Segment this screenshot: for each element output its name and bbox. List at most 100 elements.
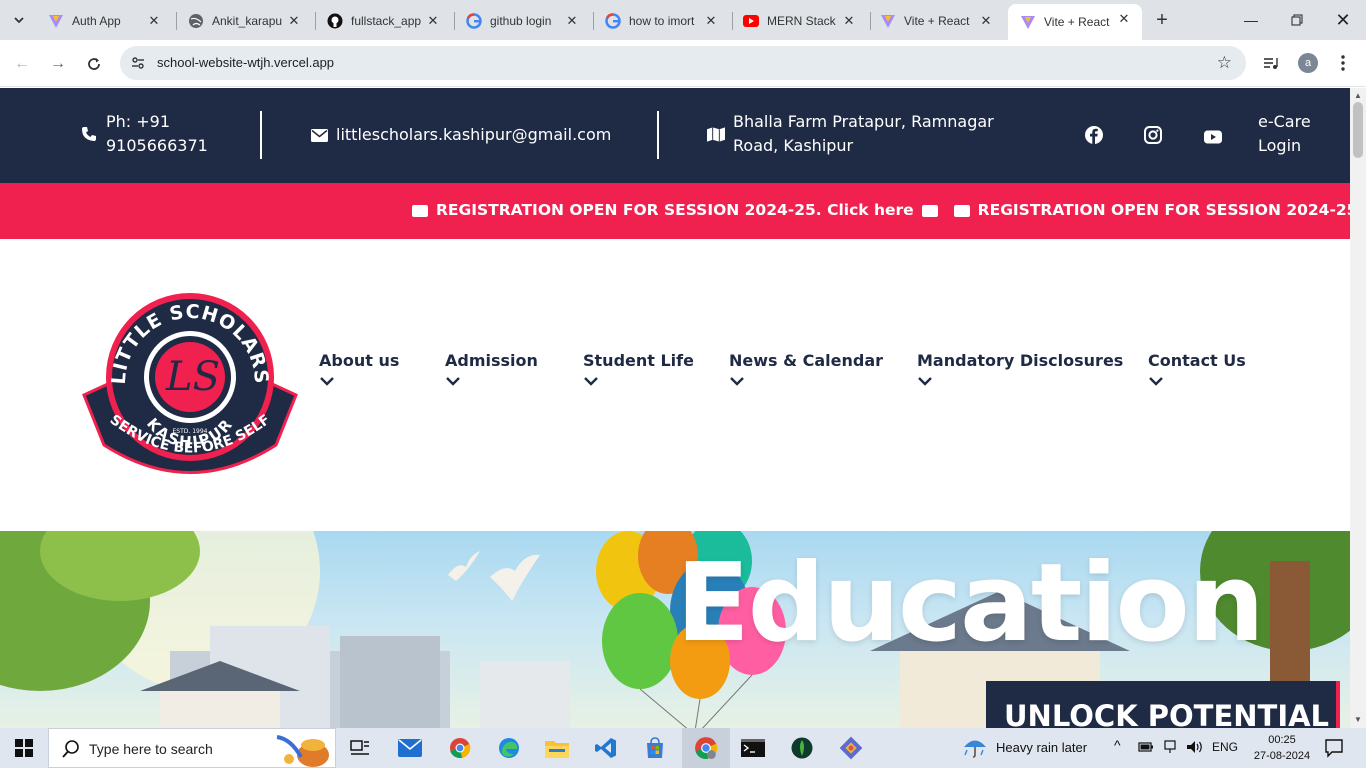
notification-icon[interactable]: [1324, 738, 1344, 758]
tab-search-button[interactable]: [6, 8, 32, 32]
windows-taskbar: Type here to search Heavy rain later ^ E: [0, 728, 1366, 768]
google-icon: [466, 13, 482, 29]
tab-auth-app[interactable]: Auth App ✕: [36, 6, 172, 36]
url-text[interactable]: school-website-wtjh.vercel.app: [157, 55, 334, 70]
book-icon: [921, 205, 938, 217]
nav-contact-us[interactable]: Contact Us: [1148, 351, 1246, 386]
tab-label: MERN Stack: [767, 14, 836, 28]
page-scrollbar[interactable]: ▲ ▼: [1350, 88, 1366, 728]
tab-ankit[interactable]: Ankit_karapu ✕: [176, 6, 312, 36]
youtube-icon[interactable]: [1204, 128, 1222, 146]
tab-vite-react[interactable]: Vite + React ✕: [868, 6, 1004, 36]
contact-topbar: Ph: +91 9105666371 littlescholars.kaship…: [0, 88, 1350, 183]
school-logo[interactable]: LS LITTLE SCHOLARS ESTD. 1994 KASHIPUR S…: [80, 285, 300, 485]
nav-mandatory-disclosures[interactable]: Mandatory Disclosures: [917, 351, 1123, 386]
network-icon[interactable]: [1163, 740, 1177, 754]
task-view-icon[interactable]: [346, 734, 374, 762]
email-contact[interactable]: littlescholars.kashipur@gmail.com: [310, 123, 611, 147]
close-icon[interactable]: ✕: [703, 13, 719, 29]
hero-title: Education: [676, 541, 1265, 666]
divider: [657, 111, 659, 159]
omnibox[interactable]: school-website-wtjh.vercel.app ☆: [120, 46, 1246, 80]
hero-banner: Education UNLOCK POTENTIAL: [0, 531, 1350, 728]
registration-ticker[interactable]: REGISTRATION OPEN FOR SESSION 2024-25. C…: [0, 183, 1350, 239]
close-window-button[interactable]: ✕: [1320, 0, 1366, 40]
address-line-2: Road, Kashipur: [733, 136, 854, 155]
email-text: littlescholars.kashipur@gmail.com: [336, 125, 612, 144]
forward-button[interactable]: →: [45, 51, 71, 77]
vscode-icon[interactable]: [592, 734, 620, 762]
tab-how-to-import[interactable]: how to imort ✕: [593, 6, 729, 36]
terminal-icon[interactable]: [739, 734, 767, 762]
chrome-icon[interactable]: [446, 734, 474, 762]
close-icon[interactable]: ✕: [1116, 11, 1132, 27]
nav-student-life[interactable]: Student Life: [583, 351, 694, 386]
start-button[interactable]: [0, 728, 48, 768]
tray-expand-icon[interactable]: ^: [1114, 737, 1121, 753]
back-button[interactable]: ←: [9, 51, 35, 77]
nav-news-calendar[interactable]: News & Calendar: [729, 351, 883, 386]
weather-widget[interactable]: Heavy rain later: [962, 736, 1087, 758]
profile-avatar[interactable]: a: [1298, 53, 1318, 73]
bookmark-star-icon[interactable]: ☆: [1217, 53, 1232, 73]
ticker-text-repeat[interactable]: REGISTRATION OPEN FOR SESSION 2024-25. C…: [978, 201, 1350, 219]
chevron-down-icon: [918, 377, 932, 386]
tab-fullstack-app[interactable]: fullstack_app ✕: [315, 6, 451, 36]
site-header: LS LITTLE SCHOLARS ESTD. 1994 KASHIPUR S…: [0, 239, 1350, 531]
file-explorer-icon[interactable]: [543, 734, 571, 762]
language-indicator[interactable]: ENG: [1212, 740, 1238, 754]
mongodb-compass-icon[interactable]: [788, 734, 816, 762]
nav-label: About us: [319, 351, 400, 370]
chevron-down-icon: [14, 17, 24, 24]
close-icon[interactable]: ✕: [564, 13, 580, 29]
chrome-active-icon[interactable]: [682, 728, 730, 768]
media-controls-icon[interactable]: [1260, 52, 1282, 74]
facebook-icon[interactable]: [1085, 126, 1103, 144]
nav-admission[interactable]: Admission: [445, 351, 538, 386]
address-line-1: Bhalla Farm Pratapur, Ramnagar: [733, 112, 994, 131]
restore-button[interactable]: [1274, 0, 1320, 40]
instagram-icon[interactable]: [1144, 126, 1162, 144]
chevron-down-icon: [730, 377, 744, 386]
ticker-text[interactable]: REGISTRATION OPEN FOR SESSION 2024-25. C…: [436, 201, 914, 219]
taskbar-search[interactable]: Type here to search: [48, 728, 336, 768]
edge-icon[interactable]: [495, 734, 523, 762]
scrollbar-thumb[interactable]: [1353, 102, 1363, 158]
site-settings-icon[interactable]: [130, 55, 146, 71]
scroll-up-arrow[interactable]: ▲: [1354, 91, 1362, 100]
minimize-button[interactable]: —: [1228, 0, 1274, 40]
close-icon[interactable]: ✕: [286, 13, 302, 29]
tab-vite-react-active[interactable]: Vite + React ✕: [1008, 4, 1142, 40]
ecare-line-1: e-Care: [1258, 112, 1311, 131]
new-tab-button[interactable]: +: [1150, 8, 1174, 32]
battery-icon[interactable]: [1138, 741, 1154, 753]
system-clock[interactable]: 00:25 27-08-2024: [1252, 732, 1312, 764]
tab-github-login[interactable]: github login ✕: [454, 6, 590, 36]
search-icon: [62, 740, 79, 758]
divider: [260, 111, 262, 159]
phone-line-2: 9105666371: [106, 136, 208, 155]
phone-line-1: Ph: +91: [106, 112, 171, 131]
phone-contact[interactable]: Ph: +91 9105666371: [80, 110, 208, 158]
volume-icon[interactable]: [1186, 740, 1204, 754]
tab-mern-stack[interactable]: MERN Stack ✕: [731, 6, 867, 36]
nav-about-us[interactable]: About us: [319, 351, 399, 386]
git-tool-icon[interactable]: [837, 734, 865, 762]
search-placeholder: Type here to search: [89, 741, 213, 757]
tab-label: Ankit_karapu: [212, 14, 283, 28]
close-icon[interactable]: ✕: [425, 13, 441, 29]
browser-menu-icon[interactable]: [1332, 52, 1354, 74]
address-contact[interactable]: Bhalla Farm Pratapur, Ramnagar Road, Kas…: [707, 110, 994, 158]
close-icon[interactable]: ✕: [978, 13, 994, 29]
scroll-down-arrow[interactable]: ▼: [1354, 715, 1362, 724]
close-icon[interactable]: ✕: [841, 13, 857, 29]
close-icon[interactable]: ✕: [146, 13, 162, 29]
store-icon[interactable]: [641, 734, 669, 762]
windows-logo-icon: [15, 739, 33, 757]
address-bar-row: ← → school-website-wtjh.vercel.app ☆ a: [0, 40, 1366, 87]
ecare-login-link[interactable]: e-Care Login: [1258, 110, 1311, 158]
restore-icon: [1291, 14, 1303, 26]
globe-icon: [188, 13, 204, 29]
reload-button[interactable]: [81, 51, 107, 77]
mail-app-icon[interactable]: [396, 734, 424, 762]
